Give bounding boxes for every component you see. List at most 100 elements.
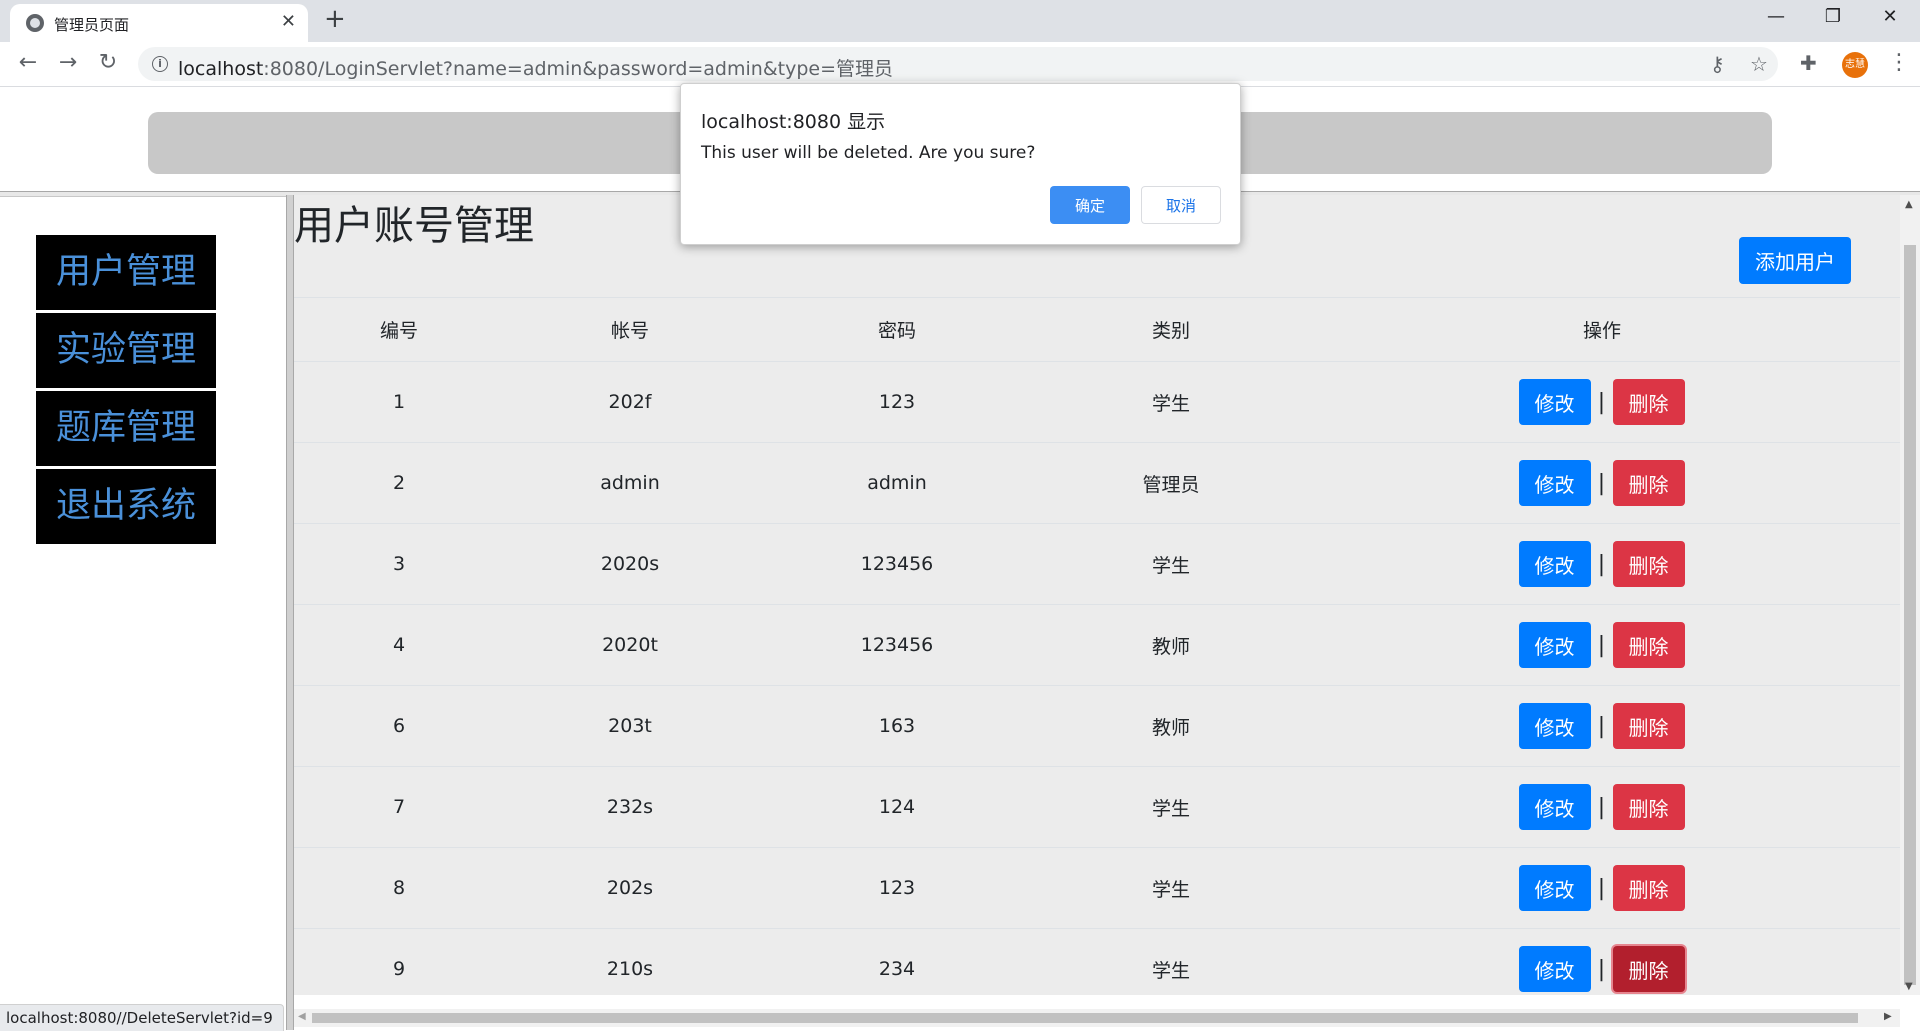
browser-tab[interactable]: 管理员页面 ✕ bbox=[10, 4, 308, 42]
sidebar-item-experiment-management[interactable]: 实验管理 bbox=[36, 313, 216, 388]
cell-id: 6 bbox=[294, 685, 504, 767]
cell-actions: 修改 | 删除 bbox=[1304, 442, 1900, 524]
table-row: 3 2020s 123456 学生 修改 | 删除 bbox=[294, 523, 1900, 605]
cell-password: 123456 bbox=[756, 604, 1038, 686]
sidebar-menu: 用户管理 实验管理 题库管理 退出系统 bbox=[36, 235, 216, 547]
scroll-up-icon[interactable]: ▲ bbox=[1905, 199, 1913, 210]
cell-actions: 修改 | 删除 bbox=[1304, 523, 1900, 605]
star-icon[interactable]: ☆ bbox=[1750, 52, 1768, 76]
cell-id: 4 bbox=[294, 604, 504, 686]
cell-account: 232s bbox=[504, 766, 756, 848]
table-row: 8 202s 123 学生 修改 | 删除 bbox=[294, 847, 1900, 929]
minimize-icon[interactable]: — bbox=[1756, 6, 1796, 27]
reload-icon[interactable]: ↻ bbox=[94, 50, 122, 75]
cell-password: 234 bbox=[756, 928, 1038, 995]
edit-button[interactable]: 修改 bbox=[1518, 865, 1591, 911]
close-tab-icon[interactable]: ✕ bbox=[281, 11, 296, 32]
delete-button[interactable]: 删除 bbox=[1612, 622, 1685, 668]
horizontal-scrollbar[interactable]: ◀ ▶ bbox=[294, 1009, 1900, 1027]
table-header-row: 编号 帐号 密码 类别 操作 bbox=[294, 297, 1900, 362]
vertical-scrollbar[interactable]: ▲ ▼ bbox=[1900, 195, 1920, 995]
cell-account: 202f bbox=[504, 361, 756, 443]
action-separator: | bbox=[1597, 389, 1606, 415]
edit-button[interactable]: 修改 bbox=[1518, 703, 1591, 749]
dialog-cancel-button[interactable]: 取消 bbox=[1141, 186, 1221, 224]
action-separator: | bbox=[1597, 956, 1606, 982]
edit-button[interactable]: 修改 bbox=[1518, 541, 1591, 587]
sidebar-item-logout[interactable]: 退出系统 bbox=[36, 469, 216, 544]
key-icon[interactable]: ⚷ bbox=[1710, 52, 1725, 76]
table-row: 9 210s 234 学生 修改 | 删除 bbox=[294, 928, 1900, 995]
cell-account: 202s bbox=[504, 847, 756, 929]
column-header-password: 密码 bbox=[756, 297, 1038, 362]
cell-type: 学生 bbox=[1038, 928, 1304, 995]
dialog-message: This user will be deleted. Are you sure? bbox=[701, 143, 1036, 163]
confirm-dialog: localhost:8080 显示 This user will be dele… bbox=[680, 83, 1241, 245]
scroll-right-icon[interactable]: ▶ bbox=[1884, 1011, 1892, 1022]
cell-password: 123 bbox=[756, 361, 1038, 443]
action-separator: | bbox=[1597, 632, 1606, 658]
action-separator: | bbox=[1597, 875, 1606, 901]
edit-button[interactable]: 修改 bbox=[1518, 460, 1591, 506]
sidebar-item-user-management[interactable]: 用户管理 bbox=[36, 235, 216, 310]
cell-password: 123 bbox=[756, 847, 1038, 929]
table-row: 2 admin admin 管理员 修改 | 删除 bbox=[294, 442, 1900, 524]
column-header-id: 编号 bbox=[294, 297, 504, 362]
table-row: 1 202f 123 学生 修改 | 删除 bbox=[294, 361, 1900, 443]
delete-button[interactable]: 删除 bbox=[1612, 703, 1685, 749]
cell-actions: 修改 | 删除 bbox=[1304, 766, 1900, 848]
edit-button[interactable]: 修改 bbox=[1518, 784, 1591, 830]
window-close-icon[interactable]: ✕ bbox=[1870, 6, 1910, 27]
table-row: 7 232s 124 学生 修改 | 删除 bbox=[294, 766, 1900, 848]
delete-button[interactable]: 删除 bbox=[1612, 379, 1685, 425]
delete-button[interactable]: 删除 bbox=[1612, 946, 1685, 992]
cell-type: 学生 bbox=[1038, 766, 1304, 848]
status-bar: localhost:8080//DeleteServlet?id=9 bbox=[0, 1004, 284, 1031]
menu-icon[interactable]: ⋮ bbox=[1888, 50, 1910, 75]
forward-icon[interactable]: → bbox=[54, 50, 82, 75]
extensions-icon[interactable]: ✚ bbox=[1800, 51, 1817, 75]
add-user-button[interactable]: 添加用户 bbox=[1739, 237, 1851, 284]
delete-button[interactable]: 删除 bbox=[1612, 541, 1685, 587]
delete-button[interactable]: 删除 bbox=[1612, 784, 1685, 830]
scroll-left-icon[interactable]: ◀ bbox=[298, 1011, 306, 1022]
column-header-account: 帐号 bbox=[504, 297, 756, 362]
dialog-ok-button[interactable]: 确定 bbox=[1050, 186, 1130, 224]
cell-type: 教师 bbox=[1038, 685, 1304, 767]
horizontal-scroll-thumb[interactable] bbox=[312, 1013, 1858, 1023]
cell-type: 学生 bbox=[1038, 361, 1304, 443]
tab-strip: 管理员页面 ✕ + — ❐ ✕ bbox=[0, 0, 1920, 42]
cell-type: 管理员 bbox=[1038, 442, 1304, 524]
url-text[interactable]: localhost:8080/LoginServlet?name=admin&p… bbox=[178, 54, 893, 81]
delete-button[interactable]: 删除 bbox=[1612, 460, 1685, 506]
restore-icon[interactable]: ❐ bbox=[1813, 6, 1853, 27]
sidebar-item-question-bank[interactable]: 题库管理 bbox=[36, 391, 216, 466]
frame-splitter[interactable] bbox=[286, 195, 294, 1030]
edit-button[interactable]: 修改 bbox=[1518, 946, 1591, 992]
cell-account: 203t bbox=[504, 685, 756, 767]
edit-button[interactable]: 修改 bbox=[1518, 379, 1591, 425]
new-tab-icon[interactable]: + bbox=[324, 4, 346, 34]
edit-button[interactable]: 修改 bbox=[1518, 622, 1591, 668]
cell-id: 2 bbox=[294, 442, 504, 524]
table-row: 6 203t 163 教师 修改 | 删除 bbox=[294, 685, 1900, 767]
cell-actions: 修改 | 删除 bbox=[1304, 928, 1900, 995]
back-icon[interactable]: ← bbox=[14, 50, 42, 75]
cell-type: 教师 bbox=[1038, 604, 1304, 686]
cell-actions: 修改 | 删除 bbox=[1304, 604, 1900, 686]
profile-avatar[interactable]: 志慧 bbox=[1842, 52, 1868, 78]
cell-id: 3 bbox=[294, 523, 504, 605]
info-icon[interactable]: i bbox=[152, 56, 168, 72]
address-bar[interactable]: i localhost:8080/LoginServlet?name=admin… bbox=[138, 47, 1778, 81]
cell-actions: 修改 | 删除 bbox=[1304, 847, 1900, 929]
cell-password: 124 bbox=[756, 766, 1038, 848]
cell-id: 1 bbox=[294, 361, 504, 443]
globe-icon bbox=[26, 14, 44, 32]
delete-button[interactable]: 删除 bbox=[1612, 865, 1685, 911]
vertical-scroll-thumb[interactable] bbox=[1904, 245, 1916, 985]
cell-password: 123456 bbox=[756, 523, 1038, 605]
cell-id: 7 bbox=[294, 766, 504, 848]
cell-account: admin bbox=[504, 442, 756, 524]
page-title: 用户账号管理 bbox=[294, 203, 534, 249]
scroll-down-icon[interactable]: ▼ bbox=[1905, 981, 1913, 992]
